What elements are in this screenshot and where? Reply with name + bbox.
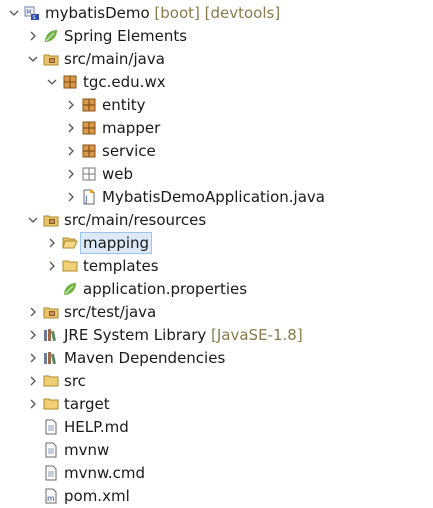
package-icon — [81, 120, 97, 136]
tree-item-label: service — [102, 142, 156, 160]
tree-item-label: src — [64, 372, 86, 390]
chevron-down-icon[interactable] — [46, 75, 58, 89]
tree-item-label: Maven Dependencies — [64, 349, 226, 367]
chevron-right-icon[interactable] — [46, 236, 58, 250]
tree-item-pkg-tgc[interactable]: tgc.edu.wx — [0, 71, 433, 94]
tree-item-label: pom.xml — [64, 487, 130, 505]
library-icon — [43, 327, 59, 343]
tree-item-pom-xml[interactable]: m pom.xml — [0, 485, 433, 508]
package-icon — [62, 74, 78, 90]
tree-item-label: mvnw.cmd — [64, 464, 146, 482]
tree-item-label: MybatisDemoApplication.java — [102, 188, 325, 206]
chevron-right-icon[interactable] — [65, 167, 77, 181]
chevron-right-icon[interactable] — [46, 259, 58, 273]
tree-item-label: templates — [83, 257, 159, 275]
tree-item-folder-templates[interactable]: templates — [0, 255, 433, 278]
tree-item-label: src/main/java — [64, 50, 165, 68]
chevron-down-icon[interactable] — [27, 213, 39, 227]
tree-item-pkg-service[interactable]: service — [0, 140, 433, 163]
maven-file-icon: m — [43, 488, 59, 504]
source-folder-icon — [43, 212, 59, 228]
chevron-down-icon[interactable] — [27, 52, 39, 66]
svg-text:S: S — [33, 15, 36, 21]
tree-item-pkg-mapper[interactable]: mapper — [0, 117, 433, 140]
tree-item-project[interactable]: M SmybatisDemo [boot] [devtools] — [0, 2, 433, 25]
package-icon — [81, 97, 97, 113]
library-icon — [43, 350, 59, 366]
tree-item-app-properties[interactable]: application.properties — [0, 278, 433, 301]
package-icon — [81, 143, 97, 159]
tree-item-jre-library[interactable]: JRE System Library [JavaSE-1.8] — [0, 324, 433, 347]
tree-item-label: JRE System Library [JavaSE-1.8] — [64, 326, 303, 344]
chevron-right-icon[interactable] — [27, 351, 39, 365]
tree-item-label: mapping — [80, 232, 153, 254]
tree-item-help-md[interactable]: HELP.md — [0, 416, 433, 439]
text-file-icon — [43, 442, 59, 458]
project-explorer-tree: M SmybatisDemo [boot] [devtools] Spring El… — [0, 0, 433, 507]
tree-item-label: application.properties — [83, 280, 248, 298]
tree-item-label: mvnw — [64, 441, 110, 459]
tree-item-spring-elements[interactable]: Spring Elements — [0, 25, 433, 48]
tree-item-label: web — [102, 165, 134, 183]
chevron-right-icon[interactable] — [27, 397, 39, 411]
tree-item-maven-deps[interactable]: Maven Dependencies — [0, 347, 433, 370]
tree-item-src-main-java[interactable]: src/main/java — [0, 48, 433, 71]
chevron-down-icon[interactable] — [8, 6, 20, 20]
svg-text:J: J — [84, 195, 88, 205]
chevron-right-icon[interactable] — [27, 305, 39, 319]
maven-project-icon: MS — [24, 5, 40, 21]
chevron-right-icon[interactable] — [27, 328, 39, 342]
open-folder-icon — [62, 235, 78, 251]
tree-item-decoration: [JavaSE-1.8] — [206, 326, 303, 344]
tree-item-label: HELP.md — [64, 418, 129, 436]
tree-item-label: src/test/java — [64, 303, 157, 321]
folder-icon — [62, 258, 78, 274]
tree-item-src-main-resources[interactable]: src/main/resources — [0, 209, 433, 232]
chevron-right-icon[interactable] — [65, 121, 77, 135]
tree-item-label: tgc.edu.wx — [83, 73, 166, 91]
tree-item-folder-mapping[interactable]: mapping — [0, 232, 433, 255]
chevron-right-icon[interactable] — [27, 374, 39, 388]
tree-item-label: Spring Elements — [64, 27, 188, 45]
tree-item-label: src/main/resources — [64, 211, 207, 229]
source-folder-icon — [43, 51, 59, 67]
tree-item-pkg-web[interactable]: web — [0, 163, 433, 186]
svg-text:m: m — [47, 494, 55, 503]
tree-item-mvnw-cmd[interactable]: mvnw.cmd — [0, 462, 433, 485]
tree-item-label: target — [64, 395, 110, 413]
tree-item-label: mybatisDemo [boot] [devtools] — [45, 4, 281, 22]
chevron-right-icon[interactable] — [27, 29, 39, 43]
tree-item-folder-target[interactable]: target — [0, 393, 433, 416]
tree-item-pkg-entity[interactable]: entity — [0, 94, 433, 117]
tree-item-src-test-java[interactable]: src/test/java — [0, 301, 433, 324]
folder-icon — [43, 373, 59, 389]
spring-leaf-icon — [43, 28, 59, 44]
tree-item-decoration: [boot] [devtools] — [149, 4, 281, 22]
tree-item-folder-src[interactable]: src — [0, 370, 433, 393]
svg-text:M: M — [26, 9, 31, 16]
chevron-right-icon[interactable] — [65, 144, 77, 158]
chevron-right-icon[interactable] — [65, 190, 77, 204]
tree-item-label: entity — [102, 96, 146, 114]
spring-leaf-icon — [62, 281, 78, 297]
folder-icon — [43, 396, 59, 412]
chevron-right-icon[interactable] — [65, 98, 77, 112]
tree-item-label: mapper — [102, 119, 161, 137]
tree-item-main-class[interactable]: J MybatisDemoApplication.java — [0, 186, 433, 209]
text-file-icon — [43, 465, 59, 481]
empty-package-icon — [81, 166, 97, 182]
java-file-icon: J — [81, 189, 97, 205]
tree-item-mvnw[interactable]: mvnw — [0, 439, 433, 462]
source-folder-icon — [43, 304, 59, 320]
text-file-icon — [43, 419, 59, 435]
